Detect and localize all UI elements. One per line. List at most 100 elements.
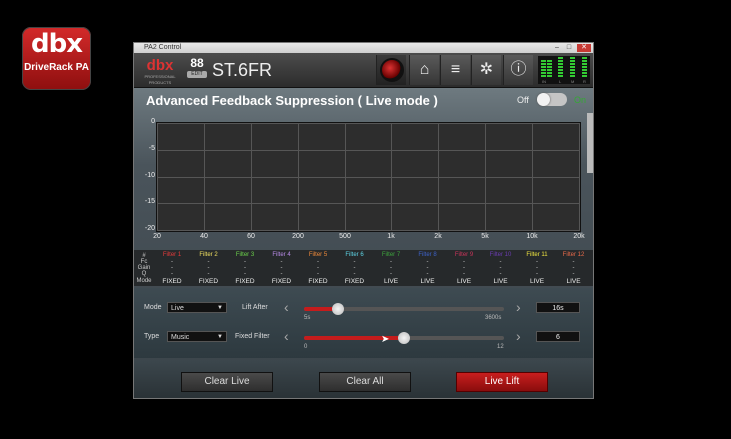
filter-name: Filter 4 [272,252,291,258]
filter-column[interactable]: Filter 7- - - LIVE [373,252,409,286]
plot-gridline-v [204,123,205,231]
afs-controls: Mode Live ▼ Type Music ▼ Lift After ‹ 5s… [134,288,593,358]
plot-gridline-v [579,123,580,231]
filter-column[interactable]: Filter 10- - - LIVE [483,252,519,286]
plot-gridline-v [345,123,346,231]
lift-slider-thumb[interactable] [332,303,344,315]
filter-column[interactable]: Filter 11- - - LIVE [519,252,555,286]
clear-all-button[interactable]: Clear All [319,372,411,392]
filter-name: Filter 3 [235,252,255,258]
desktop-dbx-icon[interactable]: dbx DriveRack PA [22,27,91,90]
filter-mode: FIXED [344,278,365,285]
afs-toggle[interactable] [537,93,567,106]
x-tick-label: 40 [200,233,208,240]
preset-number: 88 [190,56,204,70]
desktop-logo-label: DriveRack PA [24,62,89,73]
toggle-off-label: Off [517,95,529,105]
toggle-on-label: On [574,95,587,105]
settings-button[interactable]: ✲ [471,55,501,85]
info-button[interactable]: ⓘ [503,55,533,85]
title-bar[interactable]: PA2 Control – □ ✕ [134,43,593,53]
filter-value: - [499,271,502,277]
fixed-decrease-button[interactable]: ‹ [284,329,289,343]
type-value: Music [171,334,190,341]
filter-column[interactable]: Filter 9- - - LIVE [446,252,482,286]
type-label: Type [144,333,160,340]
filter-value: - [280,271,283,277]
clear-live-button[interactable]: Clear Live [181,372,273,392]
info-icon: ⓘ [510,61,527,78]
meter-in [541,60,546,78]
minimize-button[interactable]: – [551,44,563,52]
plot-gridline-v [298,123,299,231]
plot-gridline-h [157,203,580,204]
filter-value: - [536,271,538,277]
filter-value: - [572,271,575,277]
knob-button[interactable] [376,55,406,85]
response-plot [156,122,581,232]
desktop-logo-brand: dbx [31,29,83,59]
y-tick-label: -10 [144,172,155,179]
live-lift-button[interactable]: Live Lift [456,372,548,392]
row-label-mode: Mode [136,278,152,284]
fixed-slider-thumb[interactable] [398,332,410,344]
filter-column[interactable]: Filter 5- - - FIXED [300,252,336,286]
gear-icon: ✲ [479,61,494,78]
mode-select[interactable]: Live ▼ [167,302,227,313]
filter-column[interactable]: Filter 2- - - FIXED [191,252,227,286]
type-select[interactable]: Music ▼ [167,331,227,342]
preset-edit-label: EDIT [187,71,207,78]
list-button[interactable]: ≡ [440,55,470,85]
filter-value: - [426,271,429,277]
filter-column[interactable]: Filter 1- - - FIXED [154,252,190,286]
scrollbar[interactable] [587,113,593,173]
fixed-value[interactable]: 6 [536,331,580,342]
x-tick-label: 20 [153,233,161,240]
fixed-increase-button[interactable]: › [516,329,521,343]
filter-column[interactable]: Filter 12- - - LIVE [556,252,592,286]
x-tick-label: 20k [573,233,585,240]
x-tick-label: 2k [434,233,442,240]
filter-table: # Fc Gain Q Mode Filter 1- - - FIXED Filter … [134,250,593,286]
filter-column[interactable]: Filter 8- - - LIVE [410,252,446,286]
filter-mode: LIVE [456,278,472,285]
filter-name: Filter 12 [562,252,585,258]
chevron-down-icon: ▼ [217,305,223,311]
lift-increase-button[interactable]: › [516,300,521,314]
filter-column[interactable]: Filter 3- - - FIXED [227,252,263,286]
meter-label-r: R [583,79,586,84]
fixed-filter-label: Fixed Filter [235,333,270,340]
filter-value: - [207,271,210,277]
lift-value[interactable]: 16s [536,302,580,313]
home-icon: ⌂ [419,61,430,78]
y-tick-label: -15 [144,198,155,205]
toggle-thumb[interactable] [537,93,550,106]
app-header: dbx PROFESSIONAL PRODUCTS 88 EDIT ST.6FR… [134,53,593,88]
filter-value: - [244,271,246,277]
mode-label: Mode [144,304,162,311]
filter-value: - [390,271,392,277]
plot-gridline-h [157,177,580,178]
lift-decrease-button[interactable]: ‹ [284,300,289,314]
maximize-button[interactable]: □ [563,44,575,52]
afs-panel: Advanced Feedback Suppression ( Live mod… [134,88,593,398]
x-tick-label: 500 [339,233,351,240]
filter-mode: FIXED [198,278,219,285]
close-button[interactable]: ✕ [577,44,591,52]
filter-mode: FIXED [235,278,255,285]
filter-name: Filter 9 [454,252,474,258]
preset-number-button[interactable]: 88 EDIT [187,57,207,78]
y-tick-label: -5 [148,145,155,152]
filter-name: Filter 1 [162,252,182,258]
filter-mode: FIXED [162,278,182,285]
filter-value: - [317,271,319,277]
filter-column[interactable]: Filter 4- - - FIXED [264,252,300,286]
filter-mode: LIVE [383,278,399,285]
meter-in-2 [547,60,552,78]
home-button[interactable]: ⌂ [409,55,439,85]
app-window: PA2 Control – □ ✕ dbx PROFESSIONAL PRODU… [133,42,594,399]
filter-mode: LIVE [566,278,581,285]
meter-label-m: M [571,79,575,84]
filter-mode: FIXED [308,278,328,285]
filter-column[interactable]: Filter 6- - - FIXED [337,252,373,286]
